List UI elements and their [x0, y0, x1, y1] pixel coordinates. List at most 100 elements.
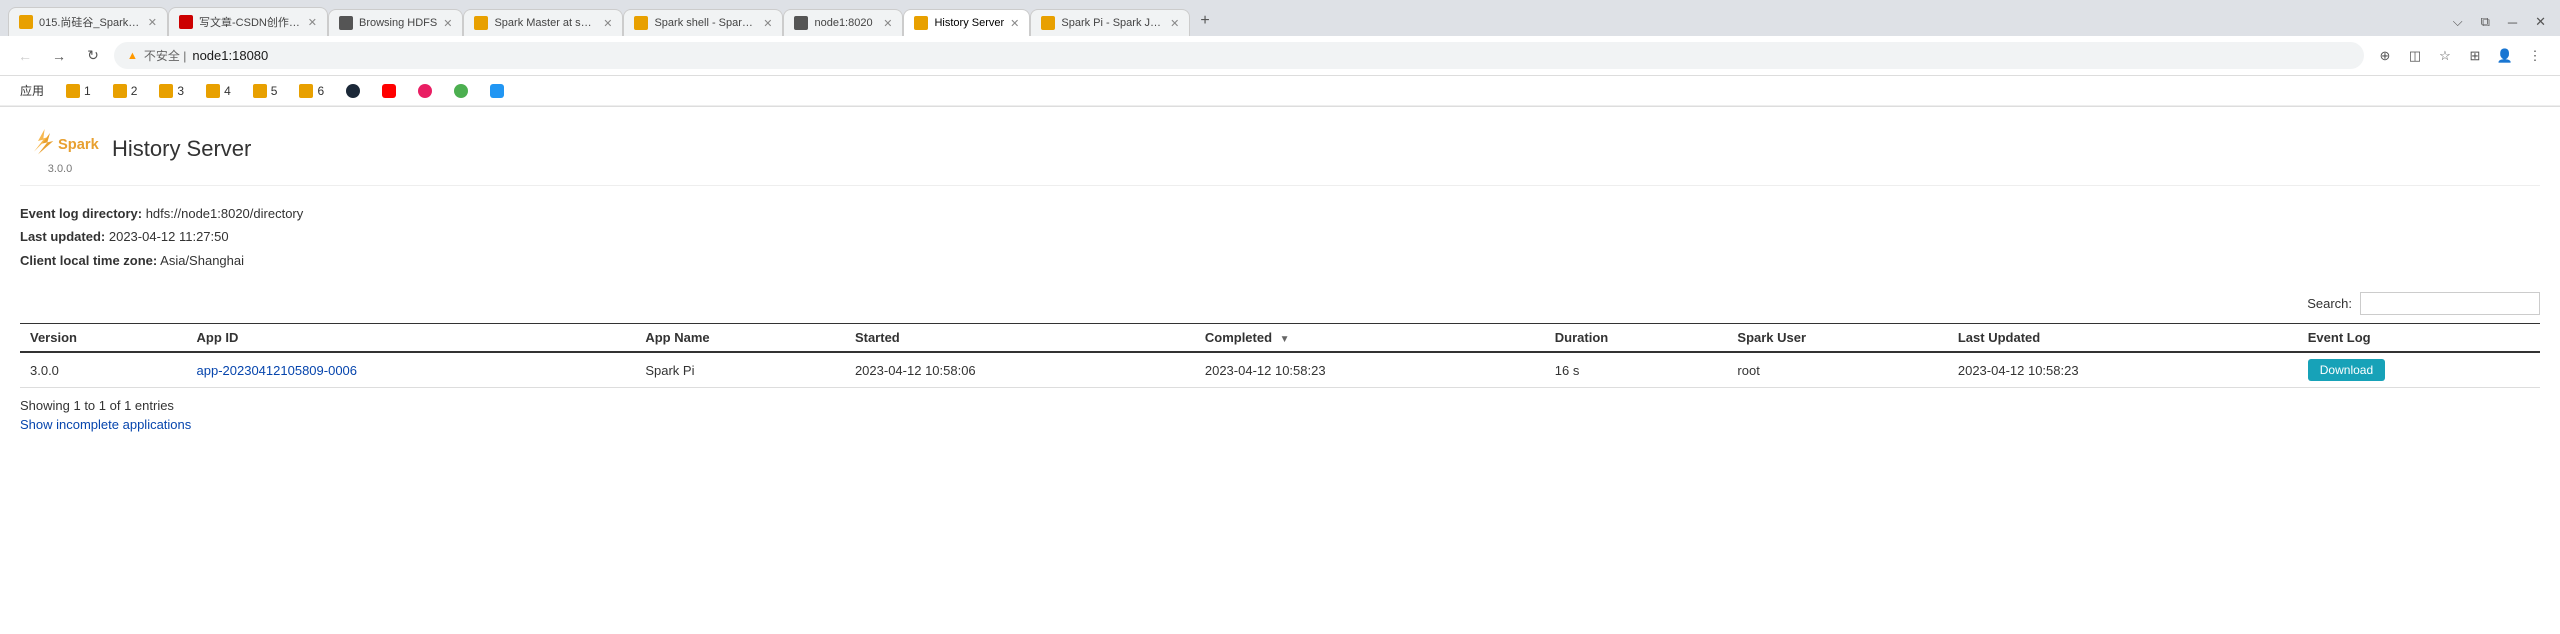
- info-section: Event log directory: hdfs://node1:8020/d…: [20, 202, 2540, 272]
- extensions-btn[interactable]: ⊞: [2462, 43, 2488, 69]
- bookmark-6[interactable]: 6: [291, 81, 332, 101]
- bookmark-1[interactable]: 1: [58, 81, 99, 101]
- td-completed: 2023-04-12 10:58:23: [1195, 352, 1545, 388]
- bookmark-3-icon: [159, 84, 173, 98]
- svg-text:Spark: Spark: [58, 137, 100, 153]
- bookmark-5-icon: [253, 84, 267, 98]
- tab-hdfs[interactable]: Browsing HDFS ✕: [328, 9, 463, 36]
- tab-label-3: Browsing HDFS: [359, 17, 437, 29]
- tab-close-2[interactable]: ✕: [308, 16, 317, 29]
- tab-favicon-2: [179, 15, 193, 29]
- th-duration-label: Duration: [1555, 330, 1608, 345]
- event-log-label: Event log directory:: [20, 206, 142, 221]
- tab-close-4[interactable]: ✕: [603, 17, 612, 30]
- th-event-log-label: Event Log: [2308, 330, 2371, 345]
- bookmark-apps[interactable]: 应用: [12, 79, 52, 102]
- td-event-log: Download: [2298, 352, 2540, 388]
- th-version-label: Version: [30, 330, 77, 345]
- row-version: 3.0.0: [30, 363, 59, 378]
- forward-button[interactable]: →: [46, 43, 72, 69]
- event-log-value: hdfs://node1:8020/directory: [146, 206, 304, 221]
- bookmark-2[interactable]: 2: [105, 81, 146, 101]
- last-updated-label: Last updated:: [20, 229, 105, 244]
- bookmark-4-icon: [206, 84, 220, 98]
- th-last-updated-label: Last Updated: [1958, 330, 2040, 345]
- sort-icon: ▼: [1280, 334, 1290, 345]
- bookmark-misc2[interactable]: [446, 81, 476, 101]
- tab-spark-master[interactable]: Spark Master at spa... ✕: [463, 9, 623, 36]
- new-tab-button[interactable]: +: [1190, 6, 1219, 36]
- tab-label-2: 写文章-CSDN创作中心: [199, 14, 302, 30]
- bookmark-youtube[interactable]: [374, 81, 404, 101]
- show-incomplete-link[interactable]: Show incomplete applications: [20, 417, 2540, 432]
- td-duration: 16 s: [1545, 352, 1728, 388]
- tab-csdn[interactable]: 写文章-CSDN创作中心 ✕: [168, 7, 328, 36]
- tab-controls: ⌵ ⧉ ─ ✕: [2439, 8, 2560, 36]
- address-prefix: 不安全 |: [144, 47, 186, 64]
- tab-favicon-8: [1041, 16, 1055, 30]
- tab-spark-shell[interactable]: Spark shell - Spark ... ✕: [623, 9, 783, 36]
- bookmark-3[interactable]: 3: [151, 81, 192, 101]
- tab-search-btn[interactable]: ⌵: [2447, 12, 2469, 32]
- bookmark-1-icon: [66, 84, 80, 98]
- td-version: 3.0.0: [20, 352, 187, 388]
- tab-history-server[interactable]: History Server ✕: [903, 9, 1030, 36]
- back-button[interactable]: ←: [12, 43, 38, 69]
- nav-bar: ← → ↻ ▲ 不安全 | ⊕ ◫ ☆ ⊞ 👤 ⋮: [0, 36, 2560, 76]
- td-app-name: Spark Pi: [635, 352, 845, 388]
- bookmark-btn[interactable]: ☆: [2432, 43, 2458, 69]
- page-content: Spark 3.0.0 History Server Event log dir…: [0, 107, 2560, 448]
- address-bar[interactable]: ▲ 不安全 |: [114, 42, 2364, 69]
- bookmark-steam[interactable]: [338, 81, 368, 101]
- tab-favicon-7: [914, 16, 928, 30]
- timezone-label: Client local time zone:: [20, 253, 157, 268]
- bookmark-6-icon: [299, 84, 313, 98]
- tab-close-5[interactable]: ✕: [763, 17, 772, 30]
- th-completed-label: Completed: [1205, 330, 1272, 345]
- tab-close-6[interactable]: ✕: [883, 17, 892, 30]
- event-log-info: Event log directory: hdfs://node1:8020/d…: [20, 202, 2540, 225]
- restore-btn[interactable]: ⧉: [2475, 12, 2496, 32]
- th-started: Started: [845, 324, 1195, 353]
- tab-spark-pi[interactable]: Spark Pi - Spark Job... ✕: [1030, 9, 1190, 36]
- tab-close-1[interactable]: ✕: [148, 16, 157, 29]
- tab-015[interactable]: 015.尚硅谷_Spark框... ✕: [8, 7, 168, 36]
- more-btn[interactable]: ⋮: [2522, 43, 2548, 69]
- bookmark-misc3[interactable]: [482, 81, 512, 101]
- tab-node1-8020[interactable]: node1:8020 ✕: [783, 9, 903, 36]
- last-updated-info: Last updated: 2023-04-12 11:27:50: [20, 225, 2540, 248]
- tab-favicon-1: [19, 15, 33, 29]
- data-table: Version App ID App Name Started Complete…: [20, 323, 2540, 388]
- reload-button[interactable]: ↻: [80, 43, 106, 69]
- search-input[interactable]: [2360, 292, 2540, 315]
- address-input[interactable]: [192, 48, 2351, 63]
- tab-favicon-3: [339, 16, 353, 30]
- download-button[interactable]: Download: [2308, 359, 2385, 381]
- td-started: 2023-04-12 10:58:06: [845, 352, 1195, 388]
- th-completed[interactable]: Completed ▼: [1195, 324, 1545, 353]
- close-btn[interactable]: ✕: [2529, 12, 2552, 32]
- bookmarks-bar: 应用 1 2 3 4 5 6: [0, 76, 2560, 106]
- bookmark-misc2-icon: [454, 84, 468, 98]
- bookmark-4[interactable]: 4: [198, 81, 239, 101]
- th-app-name: App Name: [635, 324, 845, 353]
- bookmark-misc1[interactable]: [410, 81, 440, 101]
- row-duration: 16 s: [1555, 363, 1580, 378]
- spark-version: 3.0.0: [48, 163, 72, 175]
- bookmark-4-label: 4: [224, 84, 231, 98]
- tab-close-7[interactable]: ✕: [1010, 17, 1019, 30]
- bookmark-5[interactable]: 5: [245, 81, 286, 101]
- tab-label-1: 015.尚硅谷_Spark框...: [39, 14, 142, 30]
- app-id-link[interactable]: app-20230412105809-0006: [197, 363, 358, 378]
- tab-close-3[interactable]: ✕: [443, 17, 452, 30]
- row-spark-user: root: [1737, 363, 1759, 378]
- screenshot-btn[interactable]: ◫: [2402, 43, 2428, 69]
- translate-btn[interactable]: ⊕: [2372, 43, 2398, 69]
- minimize-btn[interactable]: ─: [2502, 13, 2523, 32]
- timezone-value: Asia/Shanghai: [160, 253, 244, 268]
- search-bar: Search:: [20, 292, 2540, 315]
- page-header: Spark 3.0.0 History Server: [20, 123, 2540, 186]
- row-last-updated: 2023-04-12 10:58:23: [1958, 363, 2079, 378]
- profile-btn[interactable]: 👤: [2492, 43, 2518, 69]
- tab-close-8[interactable]: ✕: [1170, 17, 1179, 30]
